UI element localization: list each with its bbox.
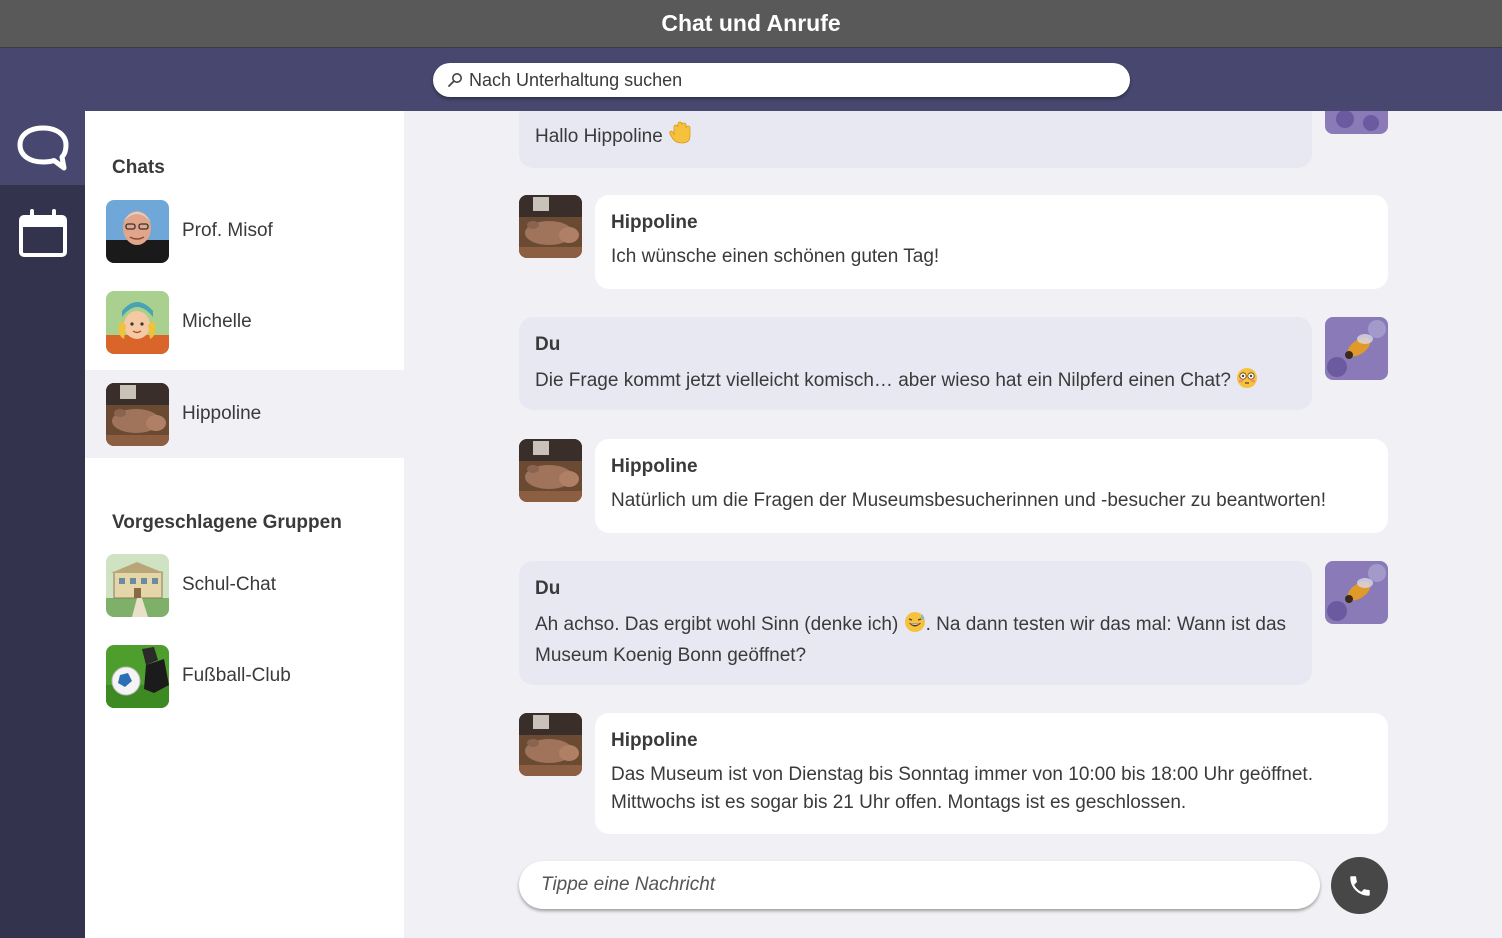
message-outgoing: Hallo Hippoline [519, 111, 1312, 168]
avatar [106, 290, 169, 354]
user-avatar [1325, 561, 1388, 624]
group-name: Fußball-Club [182, 665, 291, 686]
avatar [106, 199, 169, 263]
contact-name: Michelle [182, 311, 252, 332]
waving-hand-emoji [668, 121, 692, 154]
message-text: Hallo Hippoline [535, 126, 663, 147]
window-title: Chat und Anrufe [661, 10, 841, 36]
message-text-part: Ah achso. Das ergibt wohl Sinn (denke ic… [535, 614, 899, 635]
avatar [106, 382, 169, 446]
title-bar: Chat und Anrufe [0, 0, 1502, 48]
hippoline-avatar [519, 195, 582, 258]
message-text: Die Frage kommt jetzt vielleicht komisch… [535, 370, 1231, 391]
search-input[interactable] [469, 69, 1089, 91]
message-incoming: Hippoline Ich wünsche einen schönen gute… [595, 195, 1388, 289]
message-text: Natürlich um die Fragen der Museumsbesuc… [611, 490, 1327, 511]
message-text: Das Museum ist von Dienstag bis Sonntag … [611, 764, 1313, 785]
phone-icon [1349, 875, 1370, 896]
message-text: Mittwochs ist es sogar bis 21 Uhr offen.… [611, 792, 1187, 813]
contact-name: Hippoline [182, 403, 262, 424]
message-outgoing: Du Die Frage kommt jetzt vielleicht komi… [519, 317, 1312, 410]
chat-item-prof-misof[interactable]: Prof. Misof [85, 187, 404, 275]
user-avatar [1325, 317, 1388, 380]
message-sender: Hippoline [611, 212, 698, 233]
flushed-face-emoji [1236, 367, 1258, 398]
search-bar [0, 48, 1502, 111]
message-incoming: Hippoline Natürlich um die Fragen der Mu… [595, 439, 1388, 533]
calendar-icon [18, 209, 67, 257]
group-item-fussball-club[interactable]: Fußball-Club [85, 632, 404, 720]
message-text-part: Museum Koenig Bonn geöffnet? [535, 645, 807, 666]
message-outgoing: Du Ah achso. Das ergibt wohl Sinn (denke… [519, 561, 1312, 685]
message-incoming: Hippoline Das Museum ist von Dienstag bi… [595, 713, 1388, 834]
hippoline-avatar [519, 713, 582, 776]
chat-icon [17, 125, 68, 171]
message-sender: Hippoline [611, 730, 698, 751]
hippoline-avatar [519, 439, 582, 502]
search-field[interactable] [433, 63, 1130, 97]
user-avatar [1325, 111, 1388, 134]
message-text-part: . Na dann testen wir das mal: Wann ist d… [925, 614, 1287, 635]
message-text: Ich wünsche einen schönen guten Tag! [611, 246, 940, 267]
message-sender: Hippoline [611, 456, 698, 477]
message-composer[interactable] [519, 861, 1320, 909]
groups-heading: Vorgeschlagene Gruppen [112, 512, 342, 533]
call-button[interactable] [1331, 857, 1388, 914]
rail-item-chats[interactable] [0, 111, 85, 185]
chat-item-michelle[interactable]: Michelle [85, 278, 404, 366]
avatar [106, 644, 169, 708]
nav-rail [0, 111, 85, 938]
message-sender: Du [535, 578, 561, 599]
chat-panel: Hallo Hippoline Hippoline Ich wünsche ei… [404, 111, 1502, 938]
avatar [106, 553, 169, 617]
conversation-list: Chats Prof. Misof Michelle Hippoline Vor… [85, 111, 404, 938]
grinning-sweat-face-emoji [904, 611, 926, 642]
message-sender: Du [535, 334, 561, 355]
search-icon [448, 73, 462, 87]
group-name: Schul-Chat [182, 574, 276, 595]
contact-name: Prof. Misof [182, 220, 273, 241]
group-item-schul-chat[interactable]: Schul-Chat [85, 541, 404, 629]
rail-item-calendar[interactable] [0, 197, 85, 271]
chat-item-hippoline[interactable]: Hippoline [85, 370, 404, 458]
chats-heading: Chats [112, 157, 165, 178]
message-input[interactable] [541, 874, 1301, 896]
